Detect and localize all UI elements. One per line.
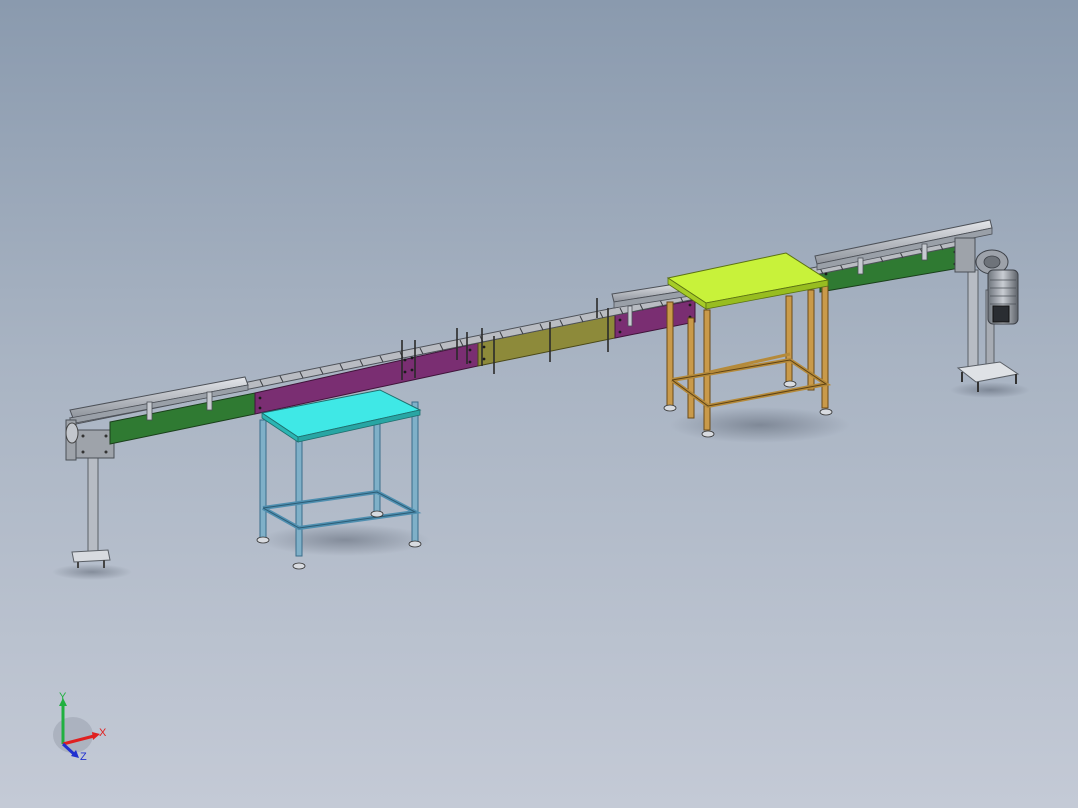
left-support-stand[interactable] <box>71 429 115 568</box>
cad-viewport[interactable]: Y X Z <box>0 0 1078 808</box>
view-orientation-triad[interactable]: Y X Z <box>53 691 107 763</box>
shadow-left-stand <box>52 564 132 580</box>
triad-x-label: X <box>99 727 107 739</box>
triad-z-label: Z <box>80 751 87 763</box>
shadow-cyan-table <box>260 524 430 556</box>
shadow-motor-stand <box>950 382 1030 398</box>
drive-motor-assembly[interactable] <box>954 237 1020 392</box>
conveyor-assembly-model[interactable]: Y X Z <box>0 0 1078 808</box>
triad-y-label: Y <box>59 691 67 703</box>
left-end-roller <box>65 422 79 444</box>
